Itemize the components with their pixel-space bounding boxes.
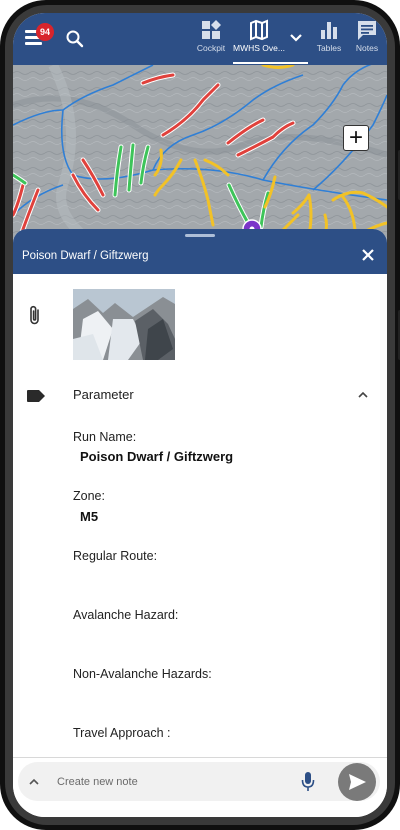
field-zone-value: M5 xyxy=(80,509,99,524)
field-run-name-value: Poison Dwarf / Giftzwerg xyxy=(80,449,234,464)
note-input[interactable]: Create new note xyxy=(57,776,138,788)
send-button[interactable] xyxy=(338,763,376,801)
zoom-in-button[interactable]: + xyxy=(343,125,369,151)
detail-sheet: Poison Dwarf / Giftzwerg Parameter Run N… xyxy=(13,229,387,817)
field-regular-route-label: Regular Route: xyxy=(73,549,158,563)
nav-cockpit[interactable]: Cockpit xyxy=(193,19,229,53)
microphone-icon[interactable] xyxy=(301,771,315,793)
field-travel-approach-label: Travel Approach : xyxy=(73,726,171,740)
nav-cockpit-label: Cockpit xyxy=(196,43,226,53)
mountain-photo xyxy=(73,289,175,360)
sheet-title: Poison Dwarf / Giftzwerg xyxy=(22,250,149,262)
top-app-bar: 94 Cockpit MWHS Ove... Tables Notes xyxy=(13,13,387,65)
app-screen: 94 Cockpit MWHS Ove... Tables Notes + Po… xyxy=(13,13,387,817)
bar-chart-icon xyxy=(321,22,337,39)
nav-notes[interactable]: Notes xyxy=(351,19,383,53)
sheet-header: Poison Dwarf / Giftzwerg xyxy=(13,229,387,274)
nav-map-overview[interactable]: MWHS Ove... xyxy=(231,19,287,53)
divider xyxy=(13,757,387,758)
cockpit-icon xyxy=(202,20,221,39)
map-icon xyxy=(250,19,268,41)
phone-frame: 94 Cockpit MWHS Ove... Tables Notes + Po… xyxy=(0,0,400,830)
notes-icon xyxy=(358,21,376,40)
nav-tables[interactable]: Tables xyxy=(314,19,344,53)
field-avalanche-hazard-label: Avalanche Hazard: xyxy=(73,608,179,622)
field-zone-label: Zone: xyxy=(73,489,105,503)
nav-map-overview-label: MWHS Ove... xyxy=(233,43,285,53)
attachment-thumbnail[interactable] xyxy=(73,289,175,360)
chevron-down-icon[interactable] xyxy=(289,31,303,45)
notification-badge: 94 xyxy=(36,23,54,41)
drag-handle[interactable] xyxy=(185,234,215,237)
search-icon[interactable] xyxy=(65,29,85,49)
chevron-up-icon[interactable] xyxy=(28,778,40,786)
chevron-up-icon[interactable] xyxy=(357,390,369,400)
close-icon[interactable] xyxy=(361,248,375,262)
note-composer: Create new note xyxy=(18,762,380,801)
attachment-icon[interactable] xyxy=(27,305,43,327)
section-parameter-label[interactable]: Parameter xyxy=(73,387,134,402)
field-non-avalanche-hazards-label: Non-Avalanche Hazards: xyxy=(73,667,212,681)
tag-icon xyxy=(27,390,45,402)
terrain-map[interactable]: + xyxy=(13,65,387,243)
field-run-name-label: Run Name: xyxy=(73,430,137,444)
send-icon xyxy=(349,774,366,790)
active-tab-indicator xyxy=(233,62,308,64)
map-canvas xyxy=(13,65,387,243)
nav-notes-label: Notes xyxy=(355,43,379,53)
nav-tables-label: Tables xyxy=(316,43,342,53)
